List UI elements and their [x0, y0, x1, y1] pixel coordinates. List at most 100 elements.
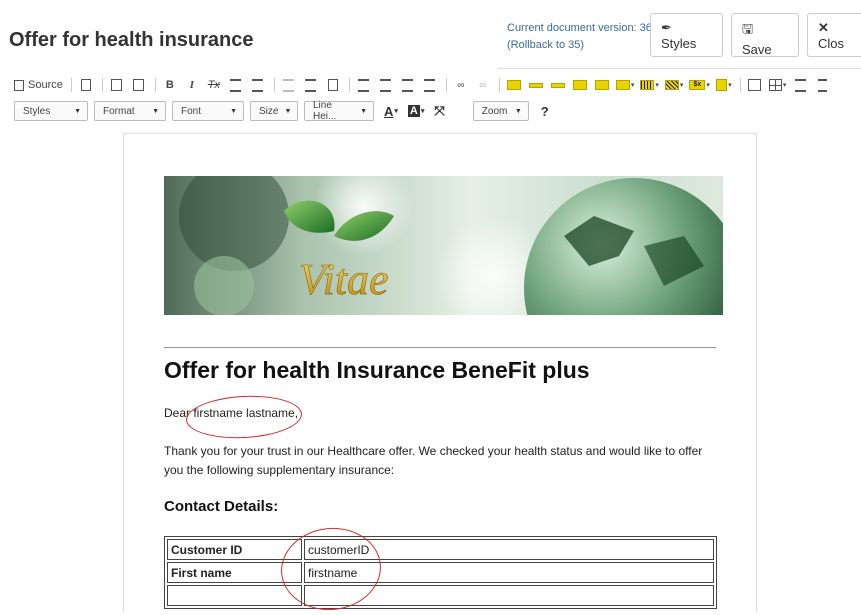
styles-button-label: Styles — [661, 36, 697, 51]
formula-button[interactable]: $x ▾ — [689, 77, 710, 93]
indent-icon — [305, 78, 317, 92]
vitae-banner-image: Vitae — [164, 176, 723, 315]
document-heading: Offer for health Insurance BeneFit plus — [164, 357, 590, 383]
table-cell[interactable] — [304, 585, 714, 606]
text-color-icon: A — [384, 103, 394, 119]
toolbar-separator — [154, 78, 156, 92]
horizontal-line-button[interactable] — [792, 77, 808, 93]
table-cell — [167, 585, 302, 606]
align-center-button[interactable] — [378, 77, 394, 93]
text-color-button[interactable]: A ▾ — [384, 104, 398, 119]
outdent-icon — [283, 78, 295, 92]
barcode-icon — [640, 80, 655, 90]
block-quote-button[interactable] — [325, 77, 341, 93]
numbered-list-button[interactable] — [228, 77, 244, 93]
barcode-button[interactable]: ▾ — [640, 77, 659, 93]
align-left-icon — [358, 78, 370, 92]
toolbar-separator — [445, 78, 447, 92]
chevron-down-icon: ▼ — [230, 107, 237, 115]
toolbar-separator — [348, 78, 350, 92]
maximize-icon: ⤧ — [434, 103, 445, 118]
horizontal-line-icon — [794, 78, 806, 92]
paste-button[interactable] — [109, 77, 125, 93]
customer-id-label: Customer ID — [167, 539, 302, 560]
text-field-button[interactable] — [550, 77, 566, 93]
styles-button[interactable]: ✒Styles — [650, 13, 723, 57]
image-button[interactable] — [747, 77, 763, 93]
justify-button[interactable] — [422, 77, 438, 93]
table-row: Customer ID customerID — [167, 539, 714, 560]
format-dropdown-label: Format — [103, 105, 135, 117]
font-dropdown[interactable]: Font ▼ — [172, 101, 244, 121]
div-icon — [327, 79, 338, 91]
table-button[interactable]: ▾ — [768, 77, 786, 93]
table-field-button[interactable]: ▾ — [615, 77, 635, 93]
page-title: Offer for health insurance — [9, 29, 254, 51]
numbered-list-icon — [230, 78, 242, 92]
page-break-button[interactable] — [814, 77, 830, 93]
save-button[interactable]: 🖫 Save — [731, 13, 799, 57]
remove-format-button[interactable]: Tx — [206, 77, 222, 93]
background-color-button[interactable]: A ▾ — [407, 105, 425, 117]
justify-icon — [424, 78, 436, 92]
styles-dropdown-label: Styles — [23, 105, 51, 117]
toolbar-separator — [498, 78, 500, 92]
customer-id-value[interactable]: customerID — [304, 539, 714, 560]
link-field-icon — [594, 80, 609, 90]
line-height-dropdown[interactable]: Line Hei... ▼ — [304, 100, 374, 122]
styles-dropdown[interactable]: Styles ▼ — [14, 101, 88, 121]
brush-icon: ✒ — [661, 20, 672, 35]
show-blocks-icon — [455, 106, 463, 117]
indent-button[interactable] — [303, 77, 319, 93]
table-icon — [768, 79, 782, 91]
placeholder-field-button[interactable] — [506, 77, 522, 93]
table-row: First name firstname — [167, 562, 714, 583]
show-blocks-button[interactable] — [455, 106, 463, 117]
outdent-button[interactable] — [281, 77, 297, 93]
image-field-icon — [572, 80, 587, 90]
unlink-button[interactable]: ∞ — [475, 77, 491, 93]
help-button[interactable]: ? — [541, 104, 549, 119]
size-dropdown-label: Size — [259, 105, 279, 117]
italic-button[interactable]: I — [184, 77, 200, 93]
paste-word-button[interactable] — [131, 77, 147, 93]
floppy-disk-icon: 🖫 — [742, 21, 754, 36]
align-center-icon — [380, 78, 392, 92]
rollback-link[interactable]: (Rollback to 35) — [507, 37, 652, 54]
link-button[interactable]: ∞ — [453, 77, 469, 93]
bulleted-list-button[interactable] — [250, 77, 266, 93]
link-field-button[interactable] — [594, 77, 610, 93]
condition-button[interactable]: ▾ — [716, 77, 732, 93]
chevron-down-icon: ▾ — [655, 82, 659, 89]
bold-button[interactable]: B — [162, 77, 178, 93]
zoom-dropdown[interactable]: Zoom ▼ — [472, 101, 529, 121]
text-field-icon — [550, 82, 565, 88]
line-field-button[interactable] — [528, 77, 544, 93]
size-dropdown[interactable]: Size ▼ — [250, 101, 298, 121]
chevron-down-icon: ▾ — [630, 82, 635, 89]
zoom-dropdown-label: Zoom — [481, 105, 508, 117]
image-icon — [748, 79, 762, 91]
source-label: Source — [28, 79, 63, 91]
image-field-button[interactable] — [572, 77, 588, 93]
contact-details-heading: Contact Details: — [164, 498, 279, 515]
source-button[interactable]: Source — [14, 77, 63, 93]
greeting-line: Dear firstname lastname, — [164, 406, 299, 420]
current-version-text: Current document version: 36 — [507, 22, 652, 34]
line-field-icon — [528, 82, 543, 88]
table-field-icon — [615, 80, 630, 90]
document-editor-area[interactable]: Vitae Offer for health Insurance BeneFit… — [123, 133, 757, 612]
maximize-button[interactable]: ⤧ — [434, 103, 444, 119]
align-left-button[interactable] — [356, 77, 372, 93]
align-right-button[interactable] — [400, 77, 416, 93]
new-page-button[interactable] — [78, 77, 94, 93]
chevron-down-icon: ▾ — [420, 108, 425, 115]
close-button[interactable]: ✕Clos — [807, 13, 861, 57]
paste-word-icon — [133, 79, 145, 91]
header-divider — [498, 68, 861, 69]
qr-code-button[interactable]: ▾ — [664, 77, 683, 93]
first-name-value[interactable]: firstname — [304, 562, 714, 583]
format-dropdown[interactable]: Format ▼ — [94, 101, 166, 121]
chevron-down-icon: ▼ — [284, 107, 292, 115]
editor-toolbar-row-2: Styles ▼ Format ▼ Font ▼ Size ▼ Line Hei... ▼… — [14, 100, 559, 122]
